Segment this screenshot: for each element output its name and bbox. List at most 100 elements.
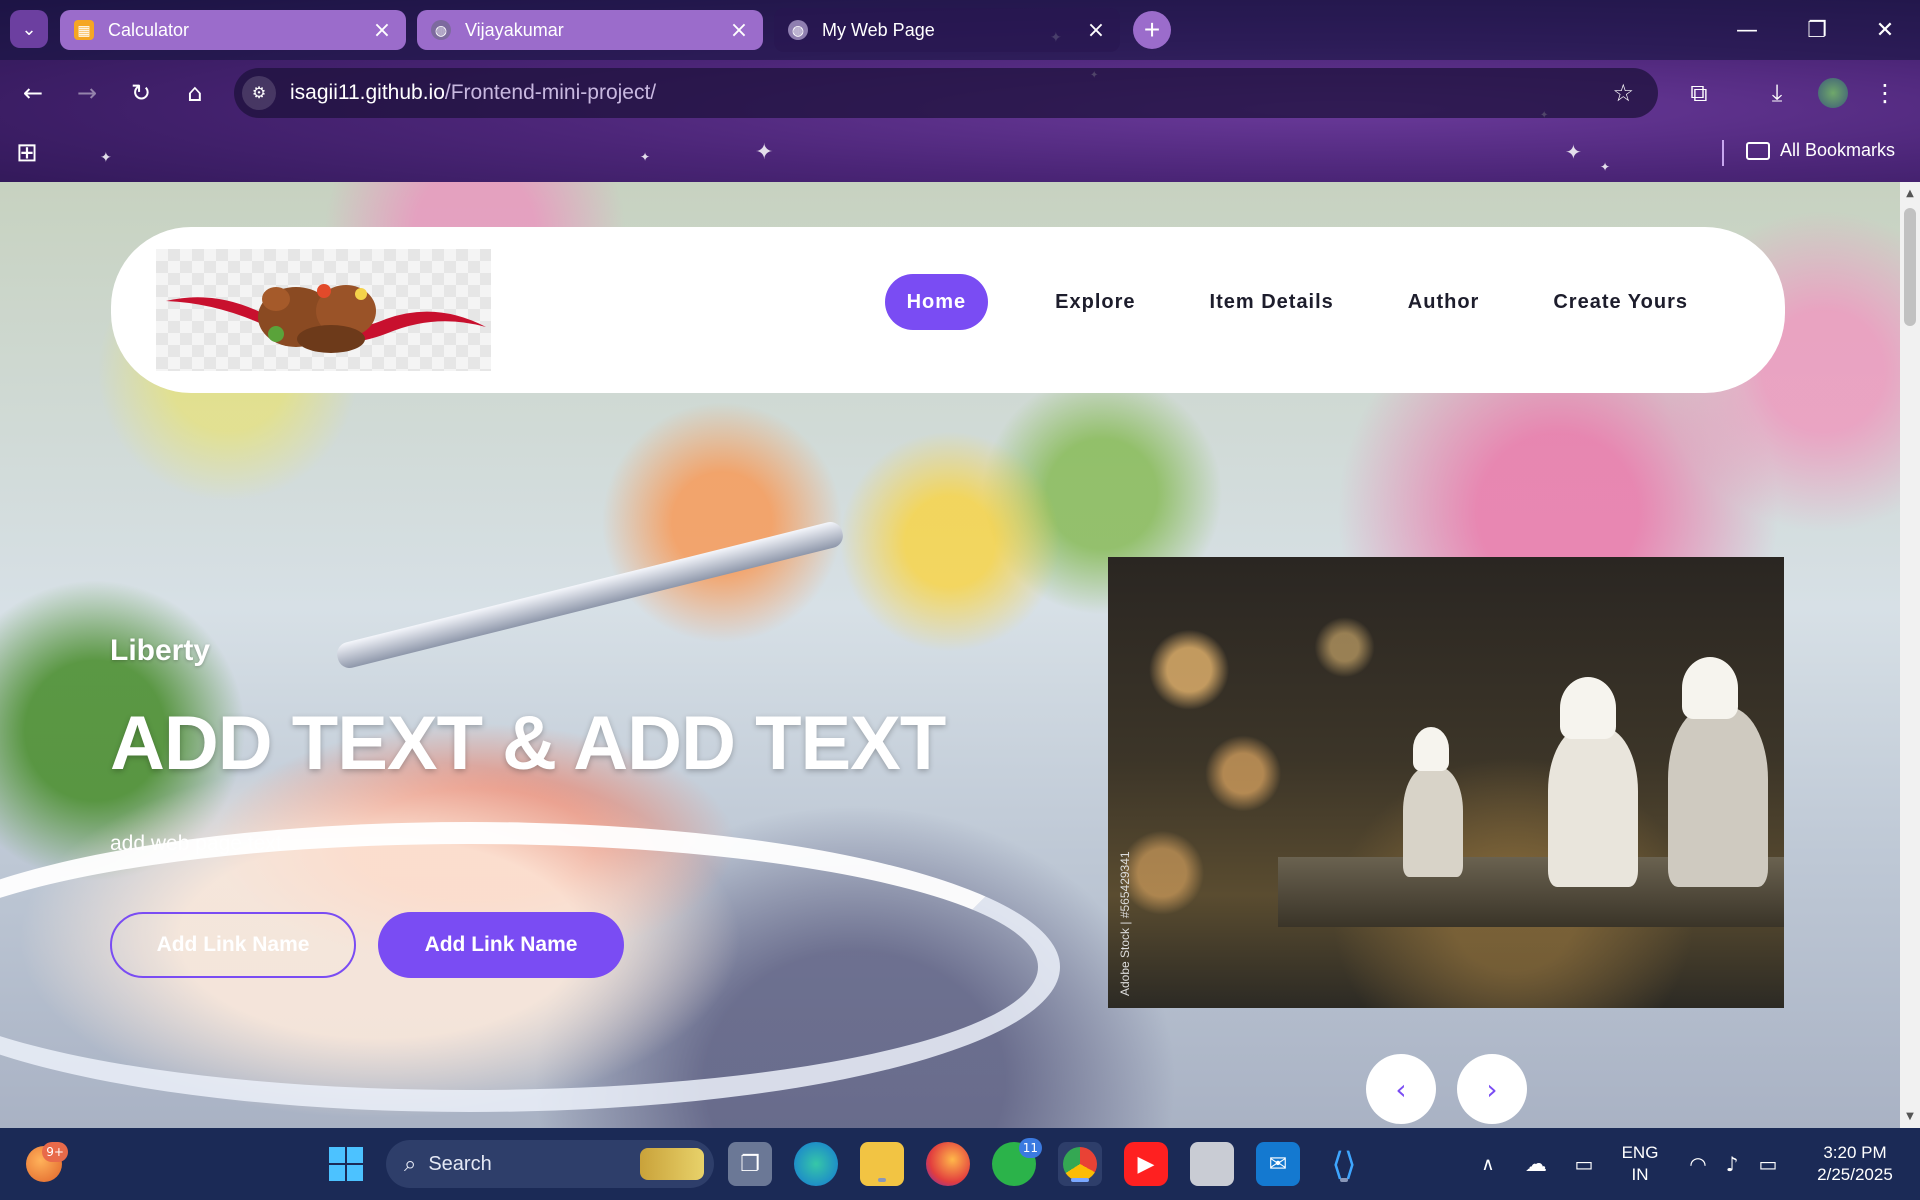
site-info-icon[interactable]: ⚙ bbox=[242, 76, 276, 110]
browser-chrome: ✦ ✦ ✦ ✦ ✦ ✦ ✦ ✦ ⌄ ▦ Calculator × ◍ Vijay… bbox=[0, 0, 1920, 182]
apps-grid-icon[interactable]: ⊞ bbox=[16, 138, 38, 168]
image-chef-hat-shape bbox=[1560, 677, 1616, 739]
globe-icon: ◍ bbox=[788, 20, 808, 40]
all-bookmarks-button[interactable]: All Bookmarks bbox=[1746, 140, 1895, 161]
menu-kebab-icon[interactable]: ⋮ bbox=[1868, 76, 1902, 110]
language-indicator[interactable]: ENG IN bbox=[1612, 1142, 1668, 1186]
chrome-logo bbox=[1063, 1147, 1097, 1181]
logo-food-graphic bbox=[166, 284, 486, 353]
tab-my-web-page[interactable]: ◍ My Web Page × bbox=[774, 8, 1120, 52]
close-window-button[interactable]: ✕ bbox=[1850, 0, 1920, 60]
bookmarks-bar: ⊞ All Bookmarks bbox=[0, 126, 1920, 182]
nav-create-yours[interactable]: Create Yours bbox=[1516, 274, 1725, 330]
image-chef-hat-shape bbox=[1413, 727, 1449, 771]
clock[interactable]: 3:20 PM 2/25/2025 bbox=[1800, 1142, 1910, 1186]
close-icon[interactable]: × bbox=[372, 18, 392, 43]
main-nav: Home Explore Item Details Author Create … bbox=[884, 274, 1725, 330]
globe-icon: ◍ bbox=[431, 20, 451, 40]
tab-strip: ⌄ ▦ Calculator × ◍ Vijayakumar × ◍ My We… bbox=[0, 0, 1920, 60]
image-chef-shape bbox=[1548, 727, 1638, 887]
folder-icon bbox=[1746, 141, 1770, 160]
edge-browser-icon[interactable] bbox=[794, 1142, 838, 1186]
tab-calculator[interactable]: ▦ Calculator × bbox=[60, 10, 406, 50]
database-app-icon[interactable] bbox=[1190, 1142, 1234, 1186]
whatsapp-badge: 11 bbox=[1018, 1138, 1042, 1158]
hero-subtitle: Liberty bbox=[110, 634, 211, 667]
windows-taskbar: 9+ ⌕ Search ❐ 11 ▶ ✉ ⟨⟩ ∧ ☁ ▭ ENG IN ◠ ♪… bbox=[0, 1128, 1920, 1200]
onedrive-cloud-icon[interactable]: ☁ bbox=[1514, 1142, 1558, 1186]
youtube-icon[interactable]: ▶ bbox=[1124, 1142, 1168, 1186]
task-view-icon[interactable]: ❐ bbox=[728, 1142, 772, 1186]
running-indicator bbox=[1340, 1178, 1348, 1182]
close-icon[interactable]: × bbox=[1086, 18, 1106, 43]
tab-title: My Web Page bbox=[822, 19, 935, 40]
browser-toolbar: ← → ↻ ⌂ ⚙ isagii11.github.io/Frontend-mi… bbox=[0, 60, 1920, 126]
bookmark-star-icon[interactable]: ☆ bbox=[1612, 79, 1634, 107]
all-bookmarks-label: All Bookmarks bbox=[1780, 140, 1896, 160]
outlook-icon[interactable]: ✉ bbox=[1256, 1142, 1300, 1186]
nav-item-details[interactable]: Item Details bbox=[1173, 274, 1371, 330]
download-icon[interactable]: ⤓ bbox=[1760, 76, 1794, 110]
vscode-icon[interactable]: ⟨⟩ bbox=[1322, 1142, 1366, 1186]
whatsapp-icon[interactable]: 11 bbox=[992, 1138, 1042, 1186]
scrollbar-thumb[interactable] bbox=[1904, 208, 1916, 326]
hero-link-outline-button[interactable]: Add Link Name bbox=[110, 912, 356, 978]
taskbar-search[interactable]: ⌕ Search bbox=[386, 1140, 714, 1188]
reload-icon[interactable]: ↻ bbox=[124, 76, 158, 110]
running-indicator bbox=[878, 1178, 886, 1182]
site-header: Home Explore Item Details Author Create … bbox=[111, 227, 1785, 393]
minimize-button[interactable]: — bbox=[1712, 0, 1782, 60]
chrome-icon[interactable] bbox=[1058, 1142, 1102, 1186]
weather-widget-icon[interactable]: 9+ bbox=[26, 1142, 68, 1182]
clock-date: 2/25/2025 bbox=[1817, 1165, 1893, 1184]
file-explorer-icon[interactable] bbox=[860, 1142, 904, 1186]
image-chef-shape bbox=[1403, 767, 1463, 877]
tablet-mode-icon[interactable]: ▭ bbox=[1562, 1142, 1606, 1186]
bookmarks-divider bbox=[1722, 140, 1724, 166]
language-code: ENG bbox=[1621, 1143, 1659, 1162]
image-watermark: Adobe Stock | #565429341 bbox=[1118, 851, 1132, 996]
show-hidden-icons-chevron-icon[interactable]: ∧ bbox=[1466, 1142, 1510, 1186]
restore-button[interactable]: ❐ bbox=[1782, 0, 1852, 60]
url-path: /Frontend-mini-project/ bbox=[444, 81, 657, 104]
hero-title: ADD TEXT & ADD TEXT bbox=[110, 701, 946, 786]
home-icon[interactable]: ⌂ bbox=[178, 76, 212, 110]
forward-icon[interactable]: → bbox=[70, 76, 104, 110]
url-host: isagii11.github.io bbox=[290, 81, 445, 104]
new-tab-button[interactable]: + bbox=[1133, 11, 1171, 49]
firefox-icon[interactable] bbox=[926, 1142, 970, 1186]
extensions-icon[interactable]: ⧉ bbox=[1682, 76, 1716, 110]
nav-explore[interactable]: Explore bbox=[1018, 274, 1172, 330]
region-code: IN bbox=[1631, 1165, 1649, 1184]
image-chef-shape bbox=[1668, 707, 1768, 887]
close-icon[interactable]: × bbox=[729, 18, 749, 43]
search-placeholder: Search bbox=[428, 1152, 492, 1175]
site-logo[interactable] bbox=[156, 249, 491, 371]
hero-link-filled-button[interactable]: Add Link Name bbox=[378, 912, 624, 978]
scroll-down-icon[interactable]: ▼ bbox=[1900, 1111, 1920, 1122]
windows-start-icon[interactable] bbox=[324, 1142, 368, 1186]
carousel-prev-button[interactable]: ‹ bbox=[1366, 1054, 1436, 1124]
profile-avatar[interactable] bbox=[1816, 76, 1850, 110]
hero-text: add web page text bbox=[110, 832, 282, 855]
calculator-icon: ▦ bbox=[74, 20, 94, 40]
page-scrollbar[interactable]: ▲ ▼ bbox=[1900, 182, 1920, 1128]
scroll-up-icon[interactable]: ▲ bbox=[1900, 188, 1920, 199]
background-tongs-decoration bbox=[334, 519, 846, 671]
hero-kitchen-image: Adobe Stock | #565429341 bbox=[1108, 557, 1784, 1008]
search-icon: ⌕ bbox=[404, 1151, 417, 1177]
tab-vijayakumar[interactable]: ◍ Vijayakumar × bbox=[417, 10, 763, 50]
address-bar[interactable]: ⚙ isagii11.github.io/Frontend-mini-proje… bbox=[234, 68, 1658, 118]
tab-title: Vijayakumar bbox=[465, 19, 564, 40]
image-chef-hat-shape bbox=[1682, 657, 1738, 719]
carousel-next-button[interactable]: › bbox=[1457, 1054, 1527, 1124]
active-indicator bbox=[1071, 1178, 1089, 1182]
clock-time: 3:20 PM bbox=[1823, 1143, 1887, 1162]
nav-author[interactable]: Author bbox=[1371, 274, 1517, 330]
nav-home[interactable]: Home bbox=[884, 274, 989, 330]
notification-badge: 9+ bbox=[42, 1142, 68, 1162]
web-page-viewport: Home Explore Item Details Author Create … bbox=[0, 182, 1900, 1128]
tab-search-button[interactable]: ⌄ bbox=[10, 10, 48, 48]
back-icon[interactable]: ← bbox=[16, 76, 50, 110]
battery-icon[interactable]: ▭ bbox=[1746, 1142, 1790, 1186]
